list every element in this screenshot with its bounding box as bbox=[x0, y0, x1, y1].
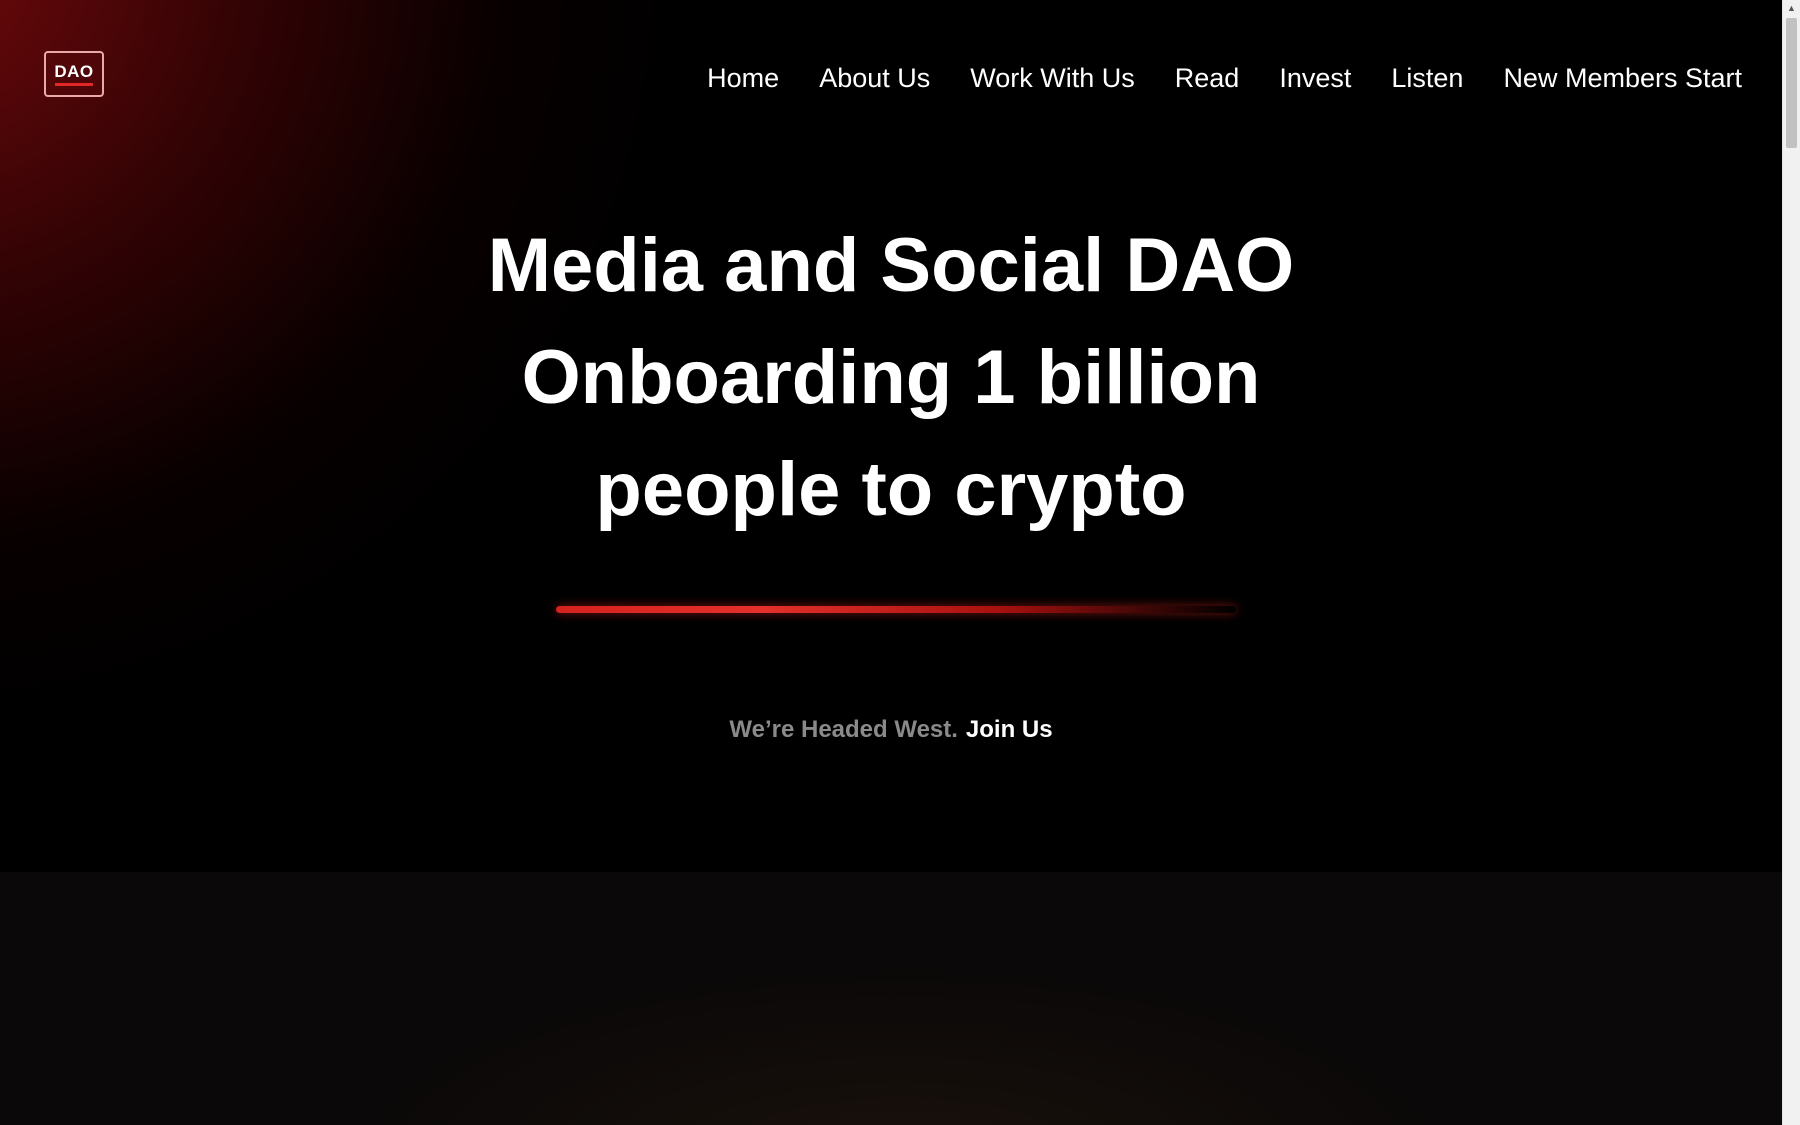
join-us-link[interactable]: Join Us bbox=[966, 716, 1053, 743]
logo-text: DAO bbox=[54, 61, 94, 81]
tagline-text: We’re Headed West. bbox=[729, 716, 958, 743]
hero-tagline: We’re Headed West. Join Us bbox=[0, 716, 1782, 744]
nav-home[interactable]: Home bbox=[707, 60, 779, 96]
nav-new-members-start[interactable]: New Members Start bbox=[1503, 60, 1742, 96]
site-logo[interactable]: DAO bbox=[44, 51, 104, 97]
nav-work-with-us[interactable]: Work With Us bbox=[970, 60, 1135, 96]
logo-underline bbox=[55, 82, 93, 86]
headline-line-3: people to crypto bbox=[595, 447, 1187, 532]
scroll-up-arrow-icon[interactable]: ▲ bbox=[1783, 0, 1800, 17]
nav-about-us[interactable]: About Us bbox=[819, 60, 930, 96]
main-nav: Home About Us Work With Us Read Invest L… bbox=[667, 60, 1742, 96]
hero-headline: Media and Social DAO Onboarding 1 billio… bbox=[0, 210, 1782, 546]
browser-viewport: DAO Home About Us Work With Us Read Inve… bbox=[0, 0, 1800, 1125]
nav-read[interactable]: Read bbox=[1175, 60, 1240, 96]
scrollbar-thumb[interactable] bbox=[1786, 18, 1797, 148]
page: DAO Home About Us Work With Us Read Inve… bbox=[0, 0, 1782, 1125]
headline-line-1: Media and Social DAO bbox=[487, 223, 1295, 308]
nav-invest[interactable]: Invest bbox=[1279, 60, 1351, 96]
next-section bbox=[0, 872, 1782, 1125]
glow-divider bbox=[556, 606, 1236, 613]
hero-section: DAO Home About Us Work With Us Read Inve… bbox=[0, 0, 1782, 872]
nav-listen[interactable]: Listen bbox=[1391, 60, 1463, 96]
headline-line-2: Onboarding 1 billion bbox=[521, 335, 1261, 420]
vertical-scrollbar[interactable]: ▲ bbox=[1782, 0, 1800, 1125]
